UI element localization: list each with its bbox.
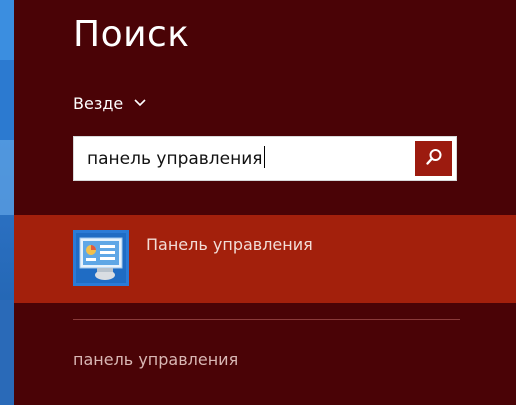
search-input-value: панель управления bbox=[87, 149, 263, 169]
desktop-background-strip bbox=[0, 0, 14, 405]
search-icon bbox=[424, 147, 444, 171]
chevron-down-icon bbox=[133, 94, 147, 108]
desktop-background-segment bbox=[0, 0, 14, 60]
text-caret bbox=[263, 146, 265, 168]
search-scope-dropdown[interactable]: Везде bbox=[73, 92, 147, 114]
search-result-label: Панель управления bbox=[146, 235, 313, 254]
search-input[interactable]: панель управления bbox=[87, 146, 407, 171]
control-panel-icon bbox=[73, 230, 129, 286]
search-box: панель управления bbox=[73, 136, 457, 181]
search-result-control-panel[interactable]: Панель управления bbox=[14, 215, 516, 303]
search-charm: Поиск Везде панель управления Панель упр… bbox=[0, 0, 516, 405]
search-panel: Поиск Везде панель управления Панель упр… bbox=[14, 0, 516, 405]
desktop-background-segment bbox=[0, 300, 14, 405]
search-button[interactable] bbox=[415, 141, 452, 176]
desktop-background-segment bbox=[0, 140, 14, 215]
search-scope-label: Везде bbox=[73, 93, 124, 113]
desktop-background-segment bbox=[0, 60, 14, 140]
search-suggestion[interactable]: панель управления bbox=[73, 350, 238, 369]
page-title: Поиск bbox=[73, 14, 190, 55]
results-divider bbox=[73, 319, 460, 320]
